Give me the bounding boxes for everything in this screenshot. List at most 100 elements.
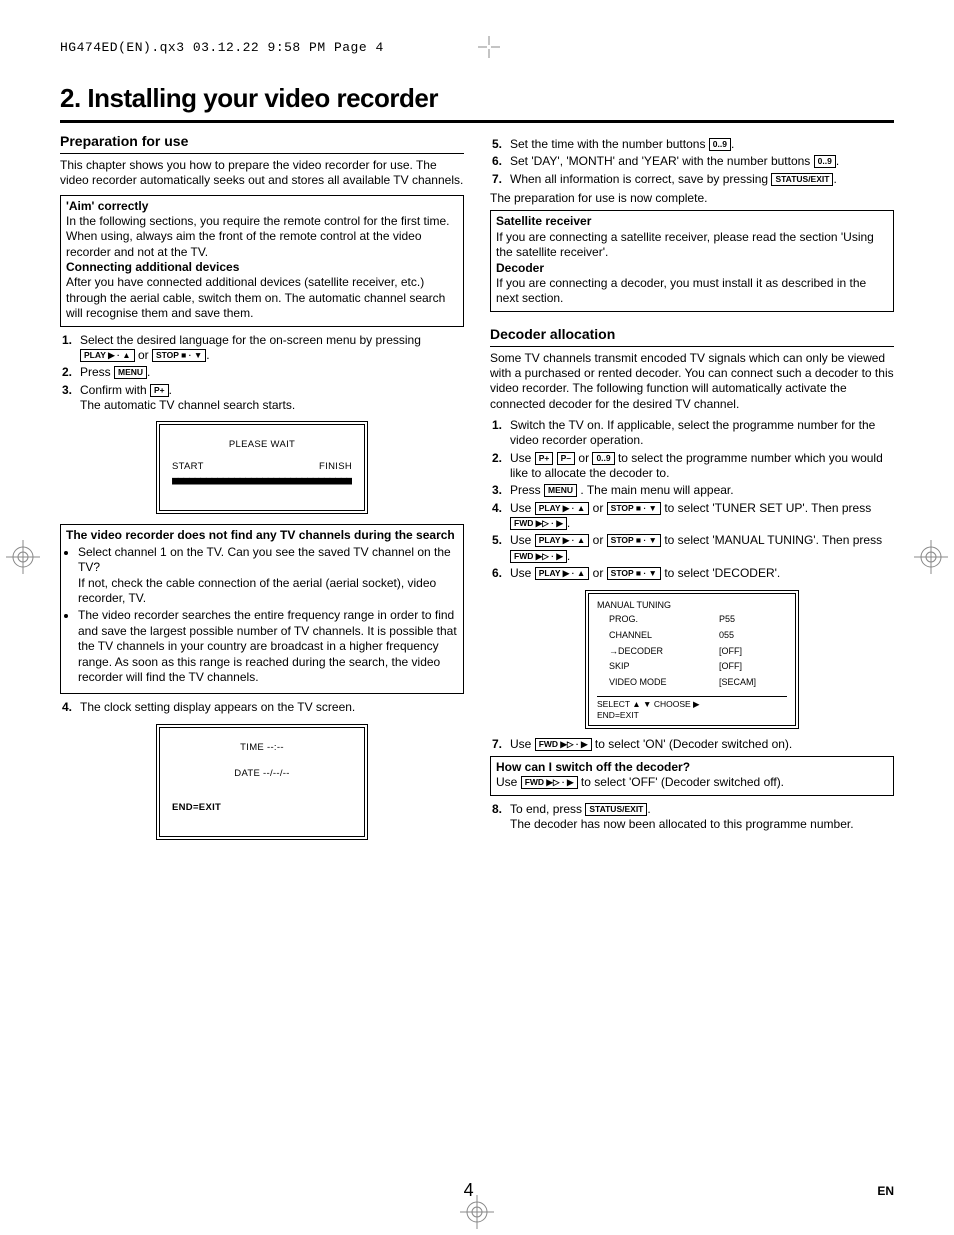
content-columns: Preparation for use This chapter shows y… [60, 133, 894, 850]
osd-channel-label: CHANNEL [599, 629, 711, 643]
registration-mark-icon [914, 540, 948, 574]
osd-prog-label: PROG. [599, 613, 711, 627]
screen-date: DATE --/--/-- [172, 768, 352, 780]
status-button-label: STATUS/EXIT [771, 173, 833, 186]
dstep-3a: Press [510, 483, 544, 497]
sat-text: If you are connecting a satellite receiv… [496, 230, 888, 261]
section-preparation-heading: Preparation for use [60, 133, 464, 154]
step-5: 5. Set the time with the number buttons … [490, 137, 894, 152]
step-2-text: Press [80, 365, 114, 379]
screen-wait: PLEASE WAIT [172, 439, 352, 451]
step-3-text: Confirm with [80, 383, 150, 397]
dstep-8a: To end, press [510, 802, 585, 816]
progress-bar: ■■■■■■■■■■■■■■■■■■■■■■■■■■■■■■■■ [172, 474, 352, 488]
step-7: 7. When all information is correct, save… [490, 172, 894, 187]
screen-finish: FINISH [319, 461, 352, 473]
osd-skip-label: SKIP [599, 660, 711, 674]
stop-button-label: STOP ■ · ▼ [152, 349, 206, 362]
dstep-6b: to select 'DECODER'. [664, 566, 780, 580]
trouble-item-1: Select channel 1 on the TV. Can you see … [78, 545, 458, 606]
osd-decoder-val: [OFF] [713, 645, 785, 659]
dstep-8b: The decoder has now been allocated to th… [510, 817, 854, 831]
menu-button-label: MENU [544, 484, 577, 497]
fwd-button-label: FWD ▶▷ · ▶ [510, 550, 567, 563]
troubleshoot-box: The video recorder does not find any TV … [60, 524, 464, 695]
trouble-1a: Select channel 1 on the TV. Can you see … [78, 545, 451, 574]
dstep-7b: to select 'ON' (Decoder switched on). [595, 737, 792, 751]
trouble-list: Select channel 1 on the TV. Can you see … [66, 545, 458, 685]
osd-skip-val: [OFF] [713, 660, 785, 674]
osd-title: MANUAL TUNING [597, 600, 787, 612]
stop-button-label: STOP ■ · ▼ [607, 502, 661, 515]
switch-off-a: Use [496, 775, 521, 789]
tv-screen-manual-tuning: MANUAL TUNING PROG.P55 CHANNEL055 →DECOD… [585, 590, 799, 729]
prep-steps: 1. Select the desired language for the o… [60, 333, 464, 414]
dstep-7a: Use [510, 737, 535, 751]
osd-decoder-label: →DECODER [599, 645, 711, 659]
trouble-1b: If not, check the cable connection of th… [78, 576, 436, 605]
connect-text: After you have connected additional devi… [66, 275, 458, 321]
screen-start: START [172, 461, 204, 473]
trouble-heading: The video recorder does not find any TV … [66, 528, 458, 543]
or-text: or [578, 451, 592, 465]
num-button-label: 0..9 [592, 452, 614, 465]
trouble-item-2: The video recorder searches the entire f… [78, 608, 458, 685]
or-text: or [593, 533, 607, 547]
or-text: or [593, 501, 607, 515]
section-decoder-heading: Decoder allocation [490, 326, 894, 347]
status-button-label: STATUS/EXIT [585, 803, 647, 816]
fwd-button-label: FWD ▶▷ · ▶ [521, 776, 578, 789]
pminus-button-label: P– [557, 452, 575, 465]
play-button-label: PLAY ▶ · ▲ [535, 502, 590, 515]
num-button-label: 0..9 [709, 138, 731, 151]
screen-end: END=EXIT [172, 802, 352, 814]
aim-text: In the following sections, you require t… [66, 214, 458, 260]
pplus-button-label: P+ [535, 452, 554, 465]
sat-heading: Satellite receiver [496, 214, 888, 229]
dstep-2a: Use [510, 451, 535, 465]
step-3-text2: The automatic TV channel search starts. [80, 398, 295, 412]
tv-screen-search: PLEASE WAIT START FINISH ■■■■■■■■■■■■■■■… [156, 421, 368, 513]
dstep-2: 2. Use P+ P– or 0..9 to select the progr… [490, 451, 894, 482]
step-5-text: Set the time with the number buttons [510, 137, 709, 151]
step-4-text: The clock setting display appears on the… [80, 700, 355, 714]
prep-steps-cont: 4. The clock setting display appears on … [60, 700, 464, 715]
dstep-4b: to select 'TUNER SET UP'. Then press [664, 501, 871, 515]
decoder-steps: 1. Switch the TV on. If applicable, sele… [490, 418, 894, 582]
doc-header-meta: HG474ED(EN).qx3 03.12.22 9:58 PM Page 4 [60, 40, 894, 55]
dstep-5a: Use [510, 533, 535, 547]
connect-heading: Connecting additional devices [66, 260, 458, 275]
dstep-7: 7. Use FWD ▶▷ · ▶ to select 'ON' (Decode… [490, 737, 894, 752]
step-3: 3. Confirm with P+. The automatic TV cha… [60, 383, 464, 414]
pplus-button-label: P+ [150, 384, 169, 397]
dstep-4a: Use [510, 501, 535, 515]
dstep-1-text: Switch the TV on. If applicable, select … [510, 418, 875, 447]
osd-videomode-val: [SECAM] [713, 676, 785, 690]
fwd-button-label: FWD ▶▷ · ▶ [535, 738, 592, 751]
osd-channel-val: 055 [713, 629, 785, 643]
step-1: 1. Select the desired language for the o… [60, 333, 464, 364]
step-6-text: Set 'DAY', 'MONTH' and 'YEAR' with the n… [510, 154, 814, 168]
doc-filename-timestamp: HG474ED(EN).qx3 03.12.22 9:58 PM Page 4 [60, 40, 384, 55]
registration-mark-icon [6, 540, 40, 574]
preparation-intro: This chapter shows you how to prepare th… [60, 158, 464, 189]
prep-complete: The preparation for use is now complete. [490, 191, 894, 206]
decoder-steps-cont: 7. Use FWD ▶▷ · ▶ to select 'ON' (Decode… [490, 737, 894, 752]
dstep-6a: Use [510, 566, 535, 580]
stop-button-label: STOP ■ · ▼ [607, 567, 661, 580]
dec-heading: Decoder [496, 261, 888, 276]
language-code: EN [877, 1184, 894, 1198]
play-button-label: PLAY ▶ · ▲ [80, 349, 135, 362]
dstep-4: 4. Use PLAY ▶ · ▲ or STOP ■ · ▼ to selec… [490, 501, 894, 532]
dstep-1: 1. Switch the TV on. If applicable, sele… [490, 418, 894, 449]
page-title: 2. Installing your video recorder [60, 83, 894, 114]
step-2: 2. Press MENU. [60, 365, 464, 380]
tv-screen-clock: TIME --:-- DATE --/--/-- END=EXIT [156, 724, 368, 840]
prep-steps-right: 5. Set the time with the number buttons … [490, 137, 894, 187]
menu-button-label: MENU [114, 366, 147, 379]
dstep-8: 8. To end, press STATUS/EXIT. The decode… [490, 802, 894, 833]
fwd-button-label: FWD ▶▷ · ▶ [510, 517, 567, 530]
left-column: Preparation for use This chapter shows y… [60, 133, 464, 850]
switch-off-b: to select 'OFF' (Decoder switched off). [581, 775, 784, 789]
manual-page: HG474ED(EN).qx3 03.12.22 9:58 PM Page 4 … [0, 0, 954, 1235]
